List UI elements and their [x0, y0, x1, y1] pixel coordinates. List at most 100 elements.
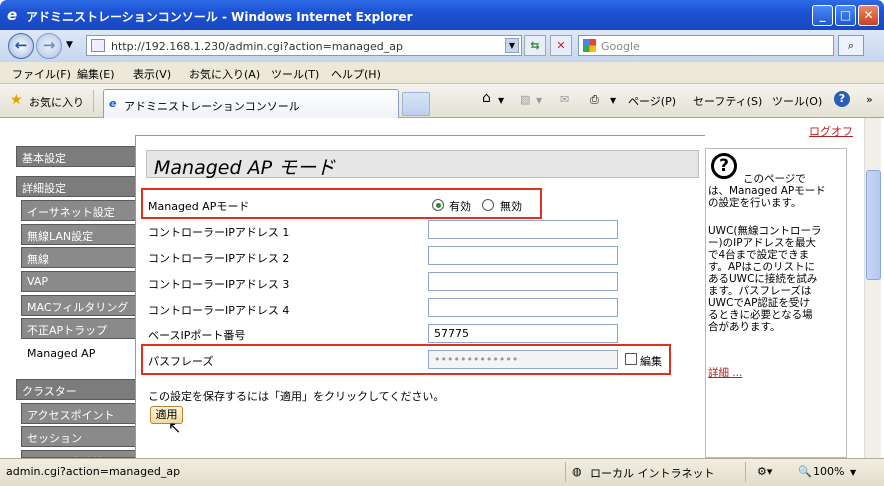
- search-icon[interactable]: ⌕: [838, 35, 864, 56]
- help-icon[interactable]: ?: [834, 91, 850, 107]
- protected-mode-icon[interactable]: ⚙▾: [757, 465, 772, 478]
- help-line: UWCでAP認証を受け: [708, 297, 810, 309]
- controller-ip-3-input[interactable]: [428, 272, 618, 291]
- disable-label: 無効: [500, 200, 522, 213]
- menu-favorites[interactable]: お気に入り(A): [189, 66, 260, 82]
- controller-ip-1-label: コントローラーIPアドレス 1: [148, 226, 290, 239]
- help-line: 合があります。: [708, 321, 781, 333]
- edit-label: 編集: [640, 355, 662, 368]
- search-placeholder: Google: [601, 40, 640, 53]
- zoom-level[interactable]: 100%: [813, 465, 844, 478]
- url-field[interactable]: http://192.168.1.230/admin.cgi?action=ma…: [86, 35, 522, 56]
- sidebar-item-basic[interactable]: 基本設定: [16, 146, 136, 167]
- base-port-label: ベースIPポート番号: [148, 329, 246, 342]
- save-note: この設定を保存するには「適用」をクリックしてください。: [148, 390, 445, 403]
- new-tab-button[interactable]: [402, 92, 430, 116]
- chevron-down-icon[interactable]: ▼: [850, 468, 856, 477]
- favorites-bar: ★ お気に入り e アドミニストレーションコンソール ⌂ ▼ ▧ ▼ ✉ ⎙ ▼…: [0, 84, 884, 118]
- back-button[interactable]: ←: [8, 33, 34, 59]
- maximize-button[interactable]: □: [835, 5, 856, 26]
- zone-text: ローカル イントラネット: [590, 467, 715, 480]
- chevron-down-icon[interactable]: ▼: [610, 96, 616, 105]
- url-text: http://192.168.1.230/admin.cgi?action=ma…: [111, 40, 403, 53]
- page-icon: [91, 39, 105, 52]
- page-menu[interactable]: ページ(P): [628, 93, 676, 109]
- page-content: ログオフ 基本設定 詳細設定 イーサネット設定 無線LAN設定 無線 VAP M…: [5, 118, 864, 458]
- chevron-down-icon[interactable]: ▼: [498, 96, 504, 105]
- controller-ip-1-input[interactable]: [428, 220, 618, 239]
- scrollbar-thumb[interactable]: [866, 170, 881, 280]
- base-port-input[interactable]: 57775: [428, 324, 618, 343]
- title-bar: e アドミニストレーションコンソール - Windows Internet Ex…: [0, 0, 884, 30]
- menu-bar: ファイル(F) 編集(E) 表示(V) お気に入り(A) ツール(T) ヘルプ(…: [0, 62, 884, 84]
- controller-ip-2-input[interactable]: [428, 246, 618, 265]
- controller-ip-4-input[interactable]: [428, 298, 618, 317]
- forward-button[interactable]: →: [36, 33, 62, 59]
- sidebar-item-ethernet[interactable]: イーサネット設定: [21, 200, 136, 221]
- sidebar-item-access-points[interactable]: アクセスポイント: [21, 403, 136, 424]
- menu-view[interactable]: 表示(V): [133, 66, 171, 82]
- ie-tab-icon: e: [109, 97, 117, 110]
- help-line: ます。パスフレーズは: [708, 285, 812, 297]
- chevron-down-icon[interactable]: ▼: [536, 96, 542, 105]
- help-line: るときに必要となる場: [708, 309, 813, 321]
- address-toolbar: ← → ▼ http://192.168.1.230/admin.cgi?act…: [0, 30, 884, 62]
- menu-edit[interactable]: 編集(E): [77, 66, 115, 82]
- safety-menu[interactable]: セーフティ(S): [693, 93, 762, 109]
- help-line: で4台まで設定できま: [708, 249, 810, 261]
- zoom-icon: 🔍: [798, 465, 812, 478]
- passphrase-input[interactable]: •••••••••••••: [428, 350, 618, 369]
- menu-file[interactable]: ファイル(F): [12, 66, 71, 82]
- sidebar-item-advanced[interactable]: 詳細設定: [16, 176, 136, 197]
- menu-tools[interactable]: ツール(T): [271, 66, 319, 82]
- sidebar-item-wlan[interactable]: 無線LAN設定: [21, 224, 136, 245]
- tab-admin-console[interactable]: e アドミニストレーションコンソール: [103, 89, 399, 118]
- sidebar-item-channel-mgmt[interactable]: チャネル自動管理: [21, 450, 136, 458]
- page-scrollbar[interactable]: [864, 118, 881, 458]
- close-button[interactable]: ✕: [858, 5, 879, 26]
- help-line: は、Managed APモード: [708, 185, 826, 197]
- help-line: ー)のIPアドレスを最大: [708, 237, 817, 249]
- home-icon[interactable]: ⌂: [482, 90, 491, 106]
- feeds-icon[interactable]: ▧: [520, 93, 530, 106]
- divider: [93, 90, 95, 112]
- print-icon[interactable]: ⎙: [590, 93, 599, 107]
- history-dropdown-icon[interactable]: ▼: [66, 40, 73, 50]
- google-icon: [583, 39, 596, 52]
- controller-ip-4-label: コントローラーIPアドレス 4: [148, 304, 290, 317]
- sidebar-item-vap[interactable]: VAP: [21, 271, 136, 292]
- favorites-button[interactable]: お気に入り: [29, 94, 84, 110]
- sidebar-item-sessions[interactable]: セッション: [21, 426, 136, 447]
- edit-checkbox[interactable]: [625, 353, 637, 365]
- sidebar-item-mac-filter[interactable]: MACフィルタリング: [21, 295, 136, 316]
- star-icon: ★: [10, 92, 23, 108]
- status-bar: admin.cgi?action=managed_ap ◍ ローカル イントラネ…: [0, 458, 884, 486]
- disable-radio[interactable]: [482, 199, 494, 211]
- globe-icon: ◍: [572, 465, 582, 478]
- sidebar-item-rogue-ap[interactable]: 不正APトラップ: [21, 318, 136, 339]
- refresh-icon[interactable]: ⇆: [524, 35, 546, 56]
- help-line: あるUWCに接続を試み: [708, 273, 818, 285]
- enable-radio[interactable]: [432, 199, 444, 211]
- url-dropdown-icon[interactable]: ▼: [505, 38, 519, 53]
- passphrase-label: パスフレーズ: [148, 355, 214, 368]
- sidebar-item-managed-ap[interactable]: Managed AP: [21, 343, 136, 364]
- cursor-icon: ↖: [168, 418, 182, 437]
- controller-ip-3-label: コントローラーIPアドレス 3: [148, 278, 290, 291]
- menu-help[interactable]: ヘルプ(H): [331, 66, 381, 82]
- tools-menu[interactable]: ツール(O): [772, 93, 822, 109]
- help-line: このページで: [743, 173, 806, 185]
- mail-icon[interactable]: ✉: [560, 93, 569, 106]
- window-title: アドミニストレーションコンソール - Windows Internet Expl…: [26, 10, 413, 24]
- search-input[interactable]: Google: [578, 35, 834, 56]
- minimize-button[interactable]: _: [812, 5, 833, 26]
- logout-link[interactable]: ログオフ: [809, 123, 853, 139]
- chevron-right-icon[interactable]: »: [866, 93, 873, 106]
- enable-label: 有効: [449, 200, 471, 213]
- stop-icon[interactable]: ✕: [550, 35, 572, 56]
- help-line: の設定を行います。: [708, 197, 802, 209]
- sidebar-item-wireless[interactable]: 無線: [21, 247, 136, 268]
- sidebar-item-cluster[interactable]: クラスター: [16, 379, 136, 400]
- ie-logo-icon: e: [7, 6, 18, 24]
- help-more-link[interactable]: 詳細 ...: [708, 367, 742, 379]
